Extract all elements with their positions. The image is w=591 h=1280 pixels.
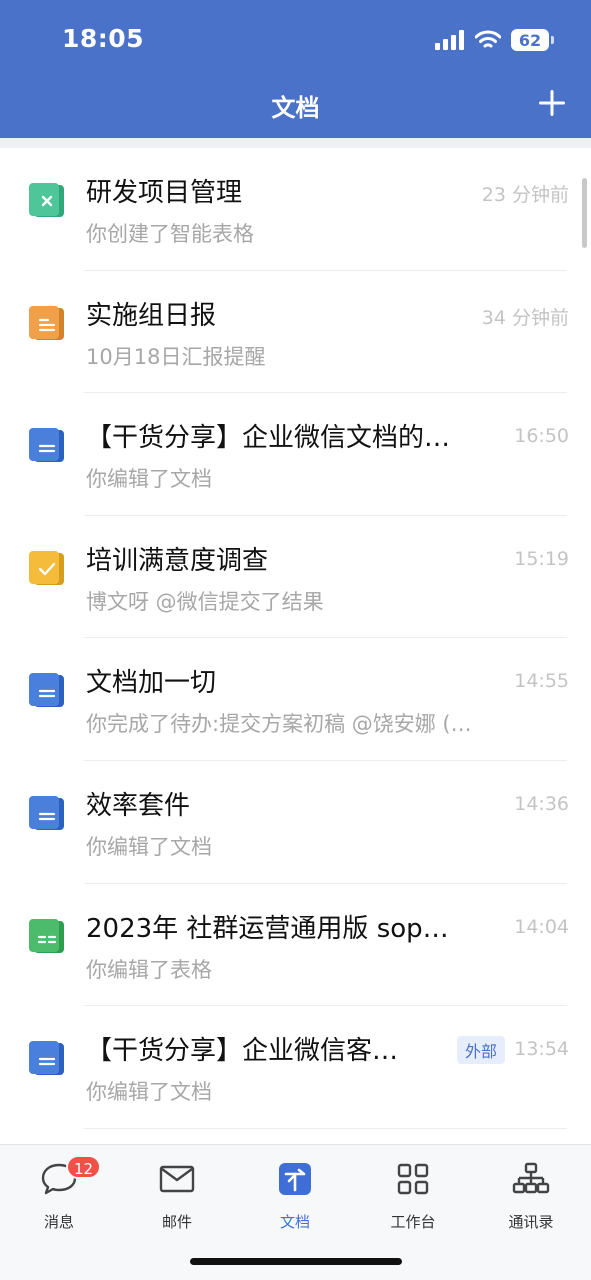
- tab-label: 邮件: [161, 1213, 192, 1231]
- status-icons: 62: [435, 28, 555, 52]
- list-top-gap: [0, 138, 591, 148]
- document-title: 【干货分享】企业微信文档的…: [86, 423, 451, 454]
- document-title: 研发项目管理: [86, 178, 243, 208]
- document-list-item[interactable]: 实施组日报 10月18日汇报提醒 34 分钟前: [0, 271, 591, 394]
- wifi-icon: [475, 30, 501, 48]
- document-time: 14:04: [514, 915, 569, 938]
- page-title: 文档: [271, 94, 320, 122]
- tab-label: 消息: [43, 1213, 74, 1231]
- unread-badge: 12: [66, 1155, 102, 1179]
- document-time: 14:36: [514, 792, 569, 815]
- document-activity: 你编辑了文档: [86, 1080, 212, 1105]
- document-list-item[interactable]: 培训满意度调查 博文呀 @微信提交了结果 15:19: [0, 516, 591, 639]
- document-tab-icon: [279, 1163, 311, 1195]
- tab-label: 工作台: [390, 1213, 436, 1231]
- smart-sheet-icon: [29, 183, 64, 217]
- home-indicator: [190, 1258, 402, 1265]
- document-activity: 你编辑了文档: [86, 467, 212, 492]
- document-time: 23 分钟前: [481, 184, 569, 206]
- tab-label: 通讯录: [508, 1213, 554, 1231]
- tab-messages[interactable]: 12 消息: [0, 1155, 118, 1239]
- document-title: 效率套件: [86, 790, 191, 821]
- document-time: 14:55: [514, 670, 569, 693]
- doc-icon: [29, 428, 64, 463]
- tab-contacts[interactable]: 通讯录: [472, 1159, 590, 1239]
- battery-nub: [551, 36, 554, 44]
- document-activity: 你完成了待办:提交方案初稿 @饶安娜 (…: [86, 712, 472, 737]
- document-activity: 你编辑了表格: [86, 957, 212, 982]
- tab-documents[interactable]: 文档: [236, 1159, 354, 1239]
- status-time: 18:05: [62, 24, 145, 53]
- signal-icon: [435, 30, 464, 50]
- app-header: 18:05 62 文档: [0, 0, 591, 138]
- mail-icon: [159, 1165, 195, 1193]
- document-activity: 10月18日汇报提醒: [86, 344, 266, 369]
- document-title: 培训满意度调查: [86, 545, 269, 576]
- org-chart-icon: [512, 1162, 550, 1194]
- document-activity: 你编辑了文档: [86, 834, 212, 859]
- doc-icon: [29, 795, 64, 830]
- document-activity: 博文呀 @微信提交了结果: [86, 589, 324, 614]
- tab-workbench[interactable]: 工作台: [354, 1159, 472, 1239]
- divider: [84, 1127, 567, 1129]
- battery-level: 62: [511, 29, 549, 51]
- document-list-item[interactable]: 【干货分享】企业微信文档的… 你编辑了文档 16:50: [0, 393, 591, 516]
- document-list[interactable]: 研发项目管理 你创建了智能表格 23 分钟前 实施组日报 10月18日汇报提醒 …: [0, 138, 591, 1144]
- document-time: 15:19: [514, 547, 569, 570]
- status-bar: 18:05 62: [0, 0, 591, 80]
- grid-icon: [397, 1163, 429, 1195]
- document-title: 【干货分享】企业微信客…: [86, 1036, 399, 1067]
- plus-icon[interactable]: [537, 88, 567, 118]
- doc-icon: [29, 673, 64, 708]
- document-title: 2023年 社群运营通用版 sop…: [86, 913, 449, 944]
- scrollbar[interactable]: [582, 178, 587, 248]
- document-list-item[interactable]: 效率套件 你编辑了文档 14:36: [0, 761, 591, 884]
- tab-mail[interactable]: 邮件: [118, 1159, 236, 1239]
- document-list-item[interactable]: 文档加一切 你完成了待办:提交方案初稿 @饶安娜 (… 14:55: [0, 638, 591, 761]
- document-time: 13:54: [514, 1038, 569, 1061]
- document-activity: 你创建了智能表格: [86, 222, 254, 246]
- battery-indicator: 62: [511, 29, 555, 51]
- sheet-icon: [29, 918, 64, 953]
- doc-icon: [29, 1041, 64, 1076]
- external-badge: 外部: [456, 1036, 505, 1065]
- document-list-item[interactable]: 研发项目管理 你创建了智能表格 23 分钟前: [0, 148, 591, 271]
- tab-label: 文档: [279, 1213, 310, 1231]
- document-list-item[interactable]: 2023年 社群运营通用版 sop… 你编辑了表格 14:04: [0, 884, 591, 1007]
- document-title: 文档加一切: [86, 668, 217, 699]
- form-icon: [29, 550, 64, 585]
- report-icon: [29, 305, 64, 340]
- document-title: 实施组日报: [86, 300, 217, 331]
- document-time: 16:50: [514, 425, 569, 448]
- document-time: 34 分钟前: [481, 306, 569, 329]
- document-list-item[interactable]: 【干货分享】企业微信客… 你编辑了文档 外部 13:54: [0, 1006, 591, 1129]
